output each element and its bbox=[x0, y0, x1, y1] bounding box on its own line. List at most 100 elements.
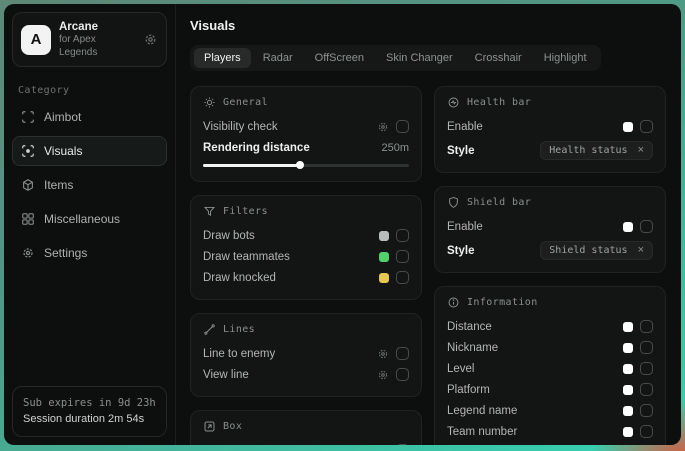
team-number-checkbox[interactable] bbox=[640, 425, 653, 438]
setting-row-shield-style: Style Shield status × bbox=[447, 240, 653, 261]
sidebar: A Arcane for Apex Legends Category Aimbo… bbox=[4, 4, 176, 445]
eye-scan-icon bbox=[21, 144, 35, 158]
app-window: A Arcane for Apex Legends Category Aimbo… bbox=[4, 4, 681, 445]
page-title: Visuals bbox=[190, 18, 667, 33]
platform-checkbox[interactable] bbox=[640, 383, 653, 396]
panel-title: Shield bar bbox=[467, 197, 531, 208]
setting-row-platform: Platform bbox=[447, 379, 653, 400]
tab-highlight[interactable]: Highlight bbox=[534, 48, 597, 68]
setting-row-legend-name: Legend name bbox=[447, 400, 653, 421]
sidebar-item-settings[interactable]: Settings bbox=[12, 238, 167, 268]
sidebar-item-items[interactable]: Items bbox=[12, 170, 167, 200]
draw-bots-checkbox[interactable] bbox=[396, 229, 409, 242]
sub-expiry-text: Sub expires in 9d 23h bbox=[23, 395, 156, 411]
nickname-checkbox[interactable] bbox=[640, 341, 653, 354]
draw-knocked-checkbox[interactable] bbox=[396, 271, 409, 284]
view-line-checkbox[interactable] bbox=[396, 368, 409, 381]
panel-title: Information bbox=[467, 297, 538, 308]
panel-lines: Lines Line to enemy bbox=[190, 313, 422, 397]
health-style-select[interactable]: Health status × bbox=[540, 141, 653, 160]
color-swatch[interactable] bbox=[623, 122, 633, 132]
health-enable-checkbox[interactable] bbox=[640, 120, 653, 133]
tab-radar[interactable]: Radar bbox=[253, 48, 303, 68]
funnel-icon bbox=[203, 205, 216, 218]
app-subtitle: for Apex Legends bbox=[59, 34, 135, 59]
shield-style-select[interactable]: Shield status × bbox=[540, 241, 653, 260]
panel-filters: Filters Draw bots Draw teammates bbox=[190, 195, 422, 300]
setting-row-draw-knocked: Draw knocked bbox=[203, 267, 409, 288]
tab-skin-changer[interactable]: Skin Changer bbox=[376, 48, 463, 68]
sidebar-item-label: Visuals bbox=[44, 144, 82, 158]
panel-title: Lines bbox=[223, 324, 255, 335]
sidebar-item-miscellaneous[interactable]: Miscellaneous bbox=[12, 204, 167, 234]
sidebar-item-aimbot[interactable]: Aimbot bbox=[12, 102, 167, 132]
health-pulse-icon bbox=[447, 96, 460, 109]
setting-row-level: Level bbox=[447, 358, 653, 379]
shield-icon bbox=[447, 196, 460, 209]
main-content: Visuals Players Radar OffScreen Skin Cha… bbox=[176, 4, 681, 445]
slider-thumb[interactable] bbox=[296, 161, 304, 169]
setting-row-health-enable: Enable bbox=[447, 116, 653, 137]
gear-icon[interactable] bbox=[377, 369, 389, 381]
level-checkbox[interactable] bbox=[640, 362, 653, 375]
gear-icon[interactable] bbox=[377, 121, 389, 133]
info-icon bbox=[447, 296, 460, 309]
color-swatch[interactable] bbox=[623, 385, 633, 395]
close-icon[interactable]: × bbox=[638, 145, 644, 156]
color-swatch[interactable] bbox=[623, 343, 633, 353]
close-icon[interactable]: × bbox=[638, 245, 644, 256]
setting-row-box-enable: Enable bbox=[203, 440, 409, 445]
distance-checkbox[interactable] bbox=[640, 320, 653, 333]
panel-title: Filters bbox=[223, 206, 268, 217]
draw-teammates-checkbox[interactable] bbox=[396, 250, 409, 263]
panel-health-bar: Health bar Enable Style Health status bbox=[434, 86, 666, 173]
category-label: Category bbox=[18, 85, 161, 96]
line-to-enemy-checkbox[interactable] bbox=[396, 347, 409, 360]
panel-shield-bar: Shield bar Enable Style Shield status bbox=[434, 186, 666, 273]
sidebar-item-label: Settings bbox=[44, 246, 87, 260]
sun-icon bbox=[203, 96, 216, 109]
color-swatch[interactable] bbox=[379, 231, 389, 241]
setting-row-view-line: View line bbox=[203, 364, 409, 385]
setting-row-weapon-in-hands: Weapon in hands bbox=[447, 442, 653, 445]
setting-row-distance: Distance bbox=[447, 316, 653, 337]
tab-offscreen[interactable]: OffScreen bbox=[305, 48, 374, 68]
sidebar-item-label: Items bbox=[44, 178, 73, 192]
setting-row-nickname: Nickname bbox=[447, 337, 653, 358]
sidebar-item-label: Aimbot bbox=[44, 110, 81, 124]
setting-row-rendering-distance: Rendering distance 250m bbox=[203, 138, 409, 158]
color-swatch[interactable] bbox=[623, 222, 633, 232]
sidebar-item-visuals[interactable]: Visuals bbox=[12, 136, 167, 166]
color-swatch[interactable] bbox=[623, 364, 633, 374]
setting-row-team-number: Team number bbox=[447, 421, 653, 442]
setting-row-health-style: Style Health status × bbox=[447, 140, 653, 161]
shield-enable-checkbox[interactable] bbox=[640, 220, 653, 233]
setting-row-shield-enable: Enable bbox=[447, 216, 653, 237]
tab-players[interactable]: Players bbox=[194, 48, 251, 68]
legend-name-checkbox[interactable] bbox=[640, 404, 653, 417]
visibility-check-checkbox[interactable] bbox=[396, 120, 409, 133]
app-logo: A bbox=[21, 25, 51, 55]
grid-icon bbox=[21, 212, 35, 226]
color-swatch[interactable] bbox=[623, 322, 633, 332]
cube-icon bbox=[21, 178, 35, 192]
app-name: Arcane bbox=[59, 20, 135, 34]
visuals-tabbar: Players Radar OffScreen Skin Changer Cro… bbox=[190, 45, 601, 71]
gear-icon[interactable] bbox=[143, 32, 158, 47]
panel-title: Box bbox=[223, 421, 242, 432]
setting-row-draw-bots: Draw bots bbox=[203, 225, 409, 246]
rendering-distance-slider[interactable] bbox=[203, 160, 409, 170]
color-swatch[interactable] bbox=[379, 252, 389, 262]
color-swatch[interactable] bbox=[379, 273, 389, 283]
color-swatch[interactable] bbox=[623, 427, 633, 437]
gear-icon[interactable] bbox=[377, 348, 389, 360]
panel-information: Information Distance Nickname bbox=[434, 286, 666, 445]
box-enable-checkbox[interactable] bbox=[396, 444, 409, 445]
session-duration-text: Session duration 2m 54s bbox=[23, 411, 156, 428]
setting-row-line-to-enemy: Line to enemy bbox=[203, 343, 409, 364]
color-swatch[interactable] bbox=[623, 406, 633, 416]
panel-title: Health bar bbox=[467, 97, 531, 108]
tab-crosshair[interactable]: Crosshair bbox=[465, 48, 532, 68]
box-icon bbox=[203, 420, 216, 433]
app-logo-card: A Arcane for Apex Legends bbox=[12, 12, 167, 67]
